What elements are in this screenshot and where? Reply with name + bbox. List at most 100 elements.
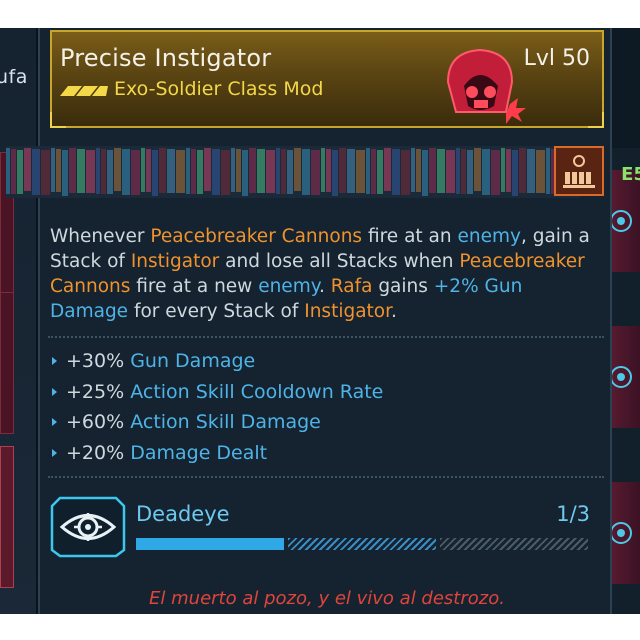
bullet-icon (52, 448, 57, 457)
background-partial-value: E5 (621, 164, 640, 185)
glitch-bar (114, 148, 121, 191)
stat-list: +30% Gun Damage +25% Action Skill Cooldo… (50, 346, 604, 468)
background-item-card[interactable] (0, 292, 14, 434)
glitch-bar (356, 150, 365, 193)
glitch-bar (176, 150, 185, 193)
description-segment: fire at an (362, 226, 458, 247)
stat-row: +20% Damage Dealt (50, 438, 604, 469)
glitch-bar (276, 148, 280, 194)
glitch-bar (266, 150, 275, 193)
glitch-bar (401, 150, 410, 195)
glitch-bar (62, 150, 68, 196)
stat-row: +60% Action Skill Damage (50, 407, 604, 438)
glitch-bar (461, 149, 466, 194)
description-segment: Whenever (50, 226, 151, 247)
glitch-bar (422, 150, 428, 196)
description-segment: . (391, 301, 397, 322)
game-scene: ufa E5 Precise Instigator Lvl 50 Exo-Sol… (0, 28, 640, 614)
glitch-bar (332, 150, 338, 196)
manufacturer-ammo-icon (554, 146, 604, 196)
glitch-bar (152, 150, 158, 196)
description-segment: . (319, 276, 331, 297)
description-segment: Instigator (130, 251, 220, 272)
divider (48, 336, 604, 338)
background-item-card[interactable] (0, 446, 14, 588)
glitch-bar (86, 150, 95, 193)
item-description: Whenever Peacebreaker Cannons fire at an… (50, 224, 604, 324)
glitch-bar (77, 149, 85, 193)
glitch-bar (287, 150, 293, 194)
glitch-bar (467, 150, 473, 194)
stat-row: +30% Gun Damage (50, 346, 604, 377)
glitch-bar (446, 150, 455, 193)
glitch-bar (204, 148, 211, 191)
glitch-bar (392, 149, 400, 195)
glitch-bar (69, 148, 76, 193)
skill-rank-pip (440, 538, 588, 550)
glitch-bar (501, 148, 505, 192)
glitch-bar (56, 149, 61, 192)
glitch-bar (32, 149, 40, 195)
glitch-bar (159, 148, 166, 193)
glitch-bar (527, 149, 535, 193)
glitch-bar (474, 148, 481, 191)
glitch-bar (249, 148, 256, 193)
glitch-bar (321, 148, 325, 192)
flavor-text: El muerto al pozo, y el vivo al destrozo… (149, 588, 505, 609)
glitch-bar (456, 148, 460, 194)
glitch-bar (242, 150, 248, 196)
item-header: Precise Instigator Lvl 50 Exo-Soldier Cl… (50, 30, 604, 128)
skill-rank: 1/3 (556, 502, 590, 526)
glitch-bar (212, 149, 220, 195)
description-segment: fire at a new (130, 276, 259, 297)
skill-rank-bar (136, 538, 592, 552)
glitch-bar (519, 148, 526, 193)
glitch-bar (536, 150, 545, 193)
glitch-bar (377, 150, 383, 194)
glitch-bar (371, 149, 376, 194)
description-segment: and lose all Stacks when (219, 251, 460, 272)
glitch-bar (257, 149, 265, 193)
skill-rank-pip (136, 538, 284, 550)
glitch-bar (366, 148, 370, 194)
glitch-bar (51, 148, 55, 192)
glitch-strip (6, 146, 580, 198)
stat-row: +25% Action Skill Cooldown Rate (50, 377, 604, 408)
glitch-bar (24, 148, 31, 191)
description-segment: Peacebreaker Cannons (150, 226, 363, 247)
glitch-bar (339, 148, 346, 193)
glitch-bar (384, 148, 391, 191)
glitch-bar (186, 148, 190, 194)
item-tooltip: Precise Instigator Lvl 50 Exo-Soldier Cl… (6, 28, 612, 614)
description-segment: enemy (258, 276, 320, 297)
glitch-bar (6, 148, 10, 194)
description-segment: Rafa (330, 276, 373, 297)
glitch-bar (221, 150, 230, 195)
glitch-bar (302, 149, 310, 195)
skill-rank-pip (288, 538, 436, 550)
glitch-bar (17, 150, 23, 194)
glitch-bar (506, 149, 511, 192)
glitch-bar (191, 149, 196, 194)
glitch-bar (197, 150, 203, 194)
bullet-icon (52, 387, 57, 396)
glitch-bar (512, 150, 518, 196)
background-partial-label: ufa (0, 66, 28, 88)
glitch-bar (294, 148, 301, 191)
exo-soldier-emblem-icon (446, 48, 526, 124)
description-segment: gains (372, 276, 434, 297)
description-segment: Instigator (304, 301, 392, 322)
eye-icon (610, 210, 632, 232)
glitch-bar (101, 149, 106, 194)
rarity-chevrons-icon (60, 86, 108, 96)
glitch-bar (491, 150, 500, 195)
skill-name: Deadeye (136, 502, 230, 526)
glitch-bar (482, 149, 490, 195)
glitch-bar (326, 149, 331, 192)
glitch-bar (236, 149, 241, 192)
glitch-bar (437, 149, 445, 193)
background-inventory-left: ufa (0, 28, 40, 614)
description-segment: for every Stack of (128, 301, 305, 322)
glitch-bar (231, 148, 235, 192)
glitch-bar (167, 149, 175, 193)
